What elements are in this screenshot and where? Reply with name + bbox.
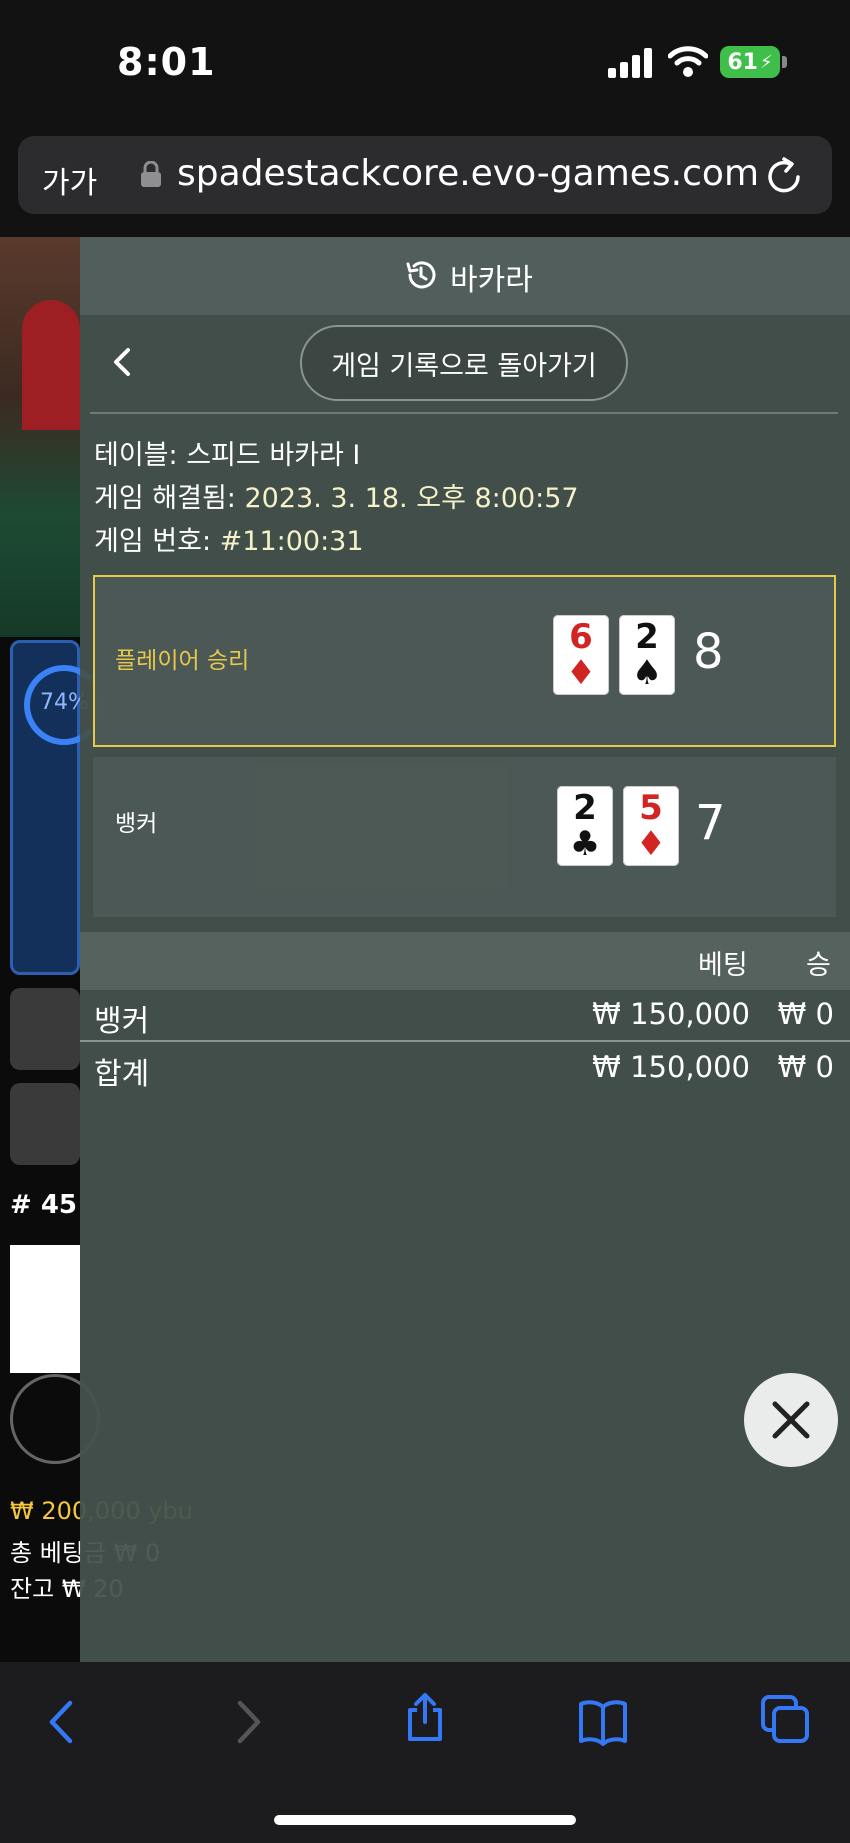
battery-cap — [782, 56, 787, 68]
playing-card: 6 ♦ — [553, 615, 609, 695]
back-to-history-button[interactable]: 게임 기록으로 돌아가기 — [300, 325, 628, 401]
side-bet-button[interactable] — [10, 1083, 80, 1165]
close-icon — [772, 1401, 810, 1439]
total-win-amount: ₩ 0 — [777, 1050, 834, 1084]
total-row-name: 합계 — [94, 1057, 150, 1092]
banker-score: 7 — [695, 795, 726, 851]
share-icon[interactable] — [400, 1692, 450, 1742]
status-time: 8:01 — [117, 40, 216, 84]
divider — [90, 412, 838, 414]
history-icon — [406, 261, 436, 289]
game-number-value: #11:00:31 — [219, 526, 364, 557]
game-number-info: 게임 번호: #11:00:31 — [94, 519, 364, 558]
playing-card: 2 ♠ — [619, 615, 675, 695]
home-indicator[interactable] — [274, 1815, 576, 1825]
bet-row-win: ₩ 0 — [777, 997, 834, 1031]
resolved-value: 2023. 3. 18. 오후 8:00:57 — [244, 483, 579, 514]
url-text[interactable]: spadestackcore.evo-games.com — [177, 153, 759, 194]
col-bet-header: 베팅 — [698, 950, 748, 981]
forward-icon[interactable] — [222, 1697, 272, 1747]
tabs-icon[interactable] — [760, 1694, 810, 1744]
dealer-figure — [22, 300, 80, 430]
bead-road — [10, 1245, 80, 1373]
playing-card: 2 ♣ — [557, 786, 613, 866]
cellular-signal-icon — [608, 48, 654, 78]
battery-indicator: 61 ⚡ — [720, 46, 780, 78]
table-value: 스피드 바카라 I — [186, 440, 361, 471]
bookmarks-icon[interactable] — [578, 1697, 628, 1747]
lock-icon — [141, 161, 161, 187]
chevron-left-icon[interactable] — [110, 345, 134, 379]
table-info: 테이블: 스피드 바카라 I — [94, 433, 360, 472]
back-icon[interactable] — [38, 1697, 88, 1747]
player-result-label: 플레이어 승리 — [115, 648, 250, 674]
game-number-label: 게임 번호: — [94, 526, 212, 557]
reload-icon[interactable] — [762, 155, 806, 199]
player-score: 8 — [693, 624, 724, 680]
wifi-icon — [668, 46, 708, 77]
panel-title: 바카라 — [450, 263, 533, 298]
bet-row-name: 뱅커 — [94, 1004, 150, 1039]
divider — [80, 1040, 850, 1042]
table-label: 테이블: — [94, 440, 178, 471]
round-number: # 45 — [10, 1190, 78, 1220]
playing-card: 5 ♦ — [623, 786, 679, 866]
total-bet-amount: ₩ 150,000 — [592, 1050, 750, 1084]
side-bet-button[interactable] — [10, 988, 80, 1070]
col-win-header: 승 — [806, 950, 831, 981]
text-size-button[interactable]: 가가 — [42, 158, 97, 202]
dealer-video — [0, 237, 80, 637]
resolved-label: 게임 해결됨: — [94, 483, 236, 514]
banker-result-label: 뱅커 — [115, 811, 158, 837]
bet-row-amount: ₩ 150,000 — [592, 997, 750, 1031]
close-button[interactable] — [744, 1373, 838, 1467]
resolved-info: 게임 해결됨: 2023. 3. 18. 오후 8:00:57 — [94, 476, 579, 515]
